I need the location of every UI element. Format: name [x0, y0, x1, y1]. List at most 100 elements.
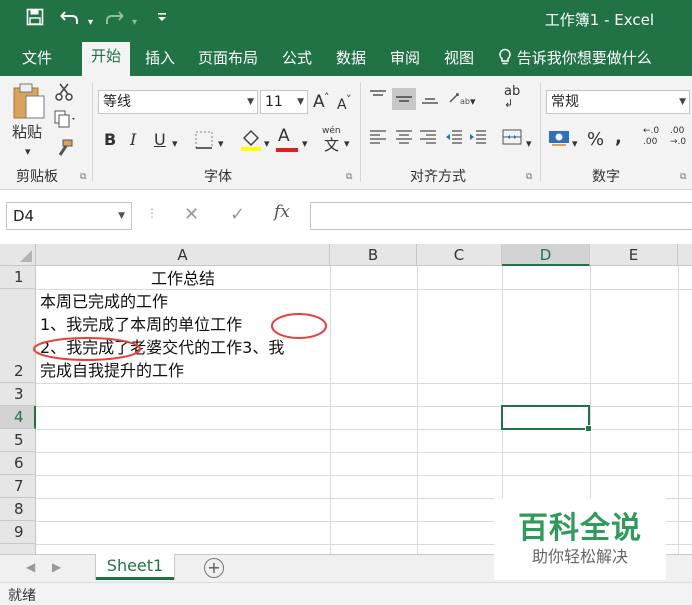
- chevron-down-icon: ▼: [247, 97, 254, 107]
- undo-icon[interactable]: [60, 8, 80, 32]
- underline-dropdown-icon[interactable]: ▾: [172, 134, 178, 154]
- fill-color-dropdown-icon[interactable]: ▾: [264, 134, 270, 154]
- grow-font-arrow-icon: ˄: [324, 91, 330, 104]
- increase-decimal-button[interactable]: ←.0 .00: [643, 126, 667, 148]
- group-divider: [92, 82, 93, 182]
- borders-dropdown-icon[interactable]: ▾: [218, 134, 224, 154]
- number-format-select[interactable]: 常规 ▼: [546, 90, 690, 114]
- decrease-indent-icon[interactable]: [444, 128, 464, 151]
- alignment-group-label: 对齐方式: [410, 169, 466, 185]
- orientation-dropdown-icon[interactable]: ▾: [470, 92, 476, 112]
- redo-dropdown-icon[interactable]: ▾: [132, 12, 137, 34]
- scroll-tabs-left-icon[interactable]: ◀: [26, 560, 35, 574]
- merge-dropdown-icon[interactable]: ▾: [526, 134, 532, 154]
- scroll-tabs-right-icon[interactable]: ▶: [52, 560, 61, 574]
- undo-dropdown-icon[interactable]: ▾: [88, 12, 93, 34]
- tab-formulas[interactable]: 公式: [282, 48, 312, 68]
- number-group-label: 数字: [592, 169, 620, 185]
- save-icon[interactable]: [26, 8, 44, 32]
- font-color-swatch: [276, 148, 298, 152]
- align-right-icon[interactable]: [418, 128, 438, 151]
- sheet-tab-sheet1[interactable]: Sheet1: [96, 554, 174, 580]
- tab-home[interactable]: 开始: [82, 42, 131, 76]
- formula-bar: D4 ▼ ⋮ ✕ ✓ fx: [0, 190, 692, 242]
- phonetic-dropdown-icon[interactable]: ▾: [344, 134, 350, 154]
- annotation-circle-top: [271, 313, 327, 339]
- align-top-icon[interactable]: [368, 88, 388, 111]
- font-color-letter: A: [278, 126, 290, 146]
- name-box-value: D4: [13, 207, 35, 225]
- name-box[interactable]: D4 ▼: [6, 202, 132, 230]
- clipboard-group-label: 剪贴板: [16, 169, 58, 185]
- font-name-select[interactable]: 等线 ▼: [98, 90, 258, 114]
- ribbon-tabs: 文件 开始 插入 页面布局 公式 数据 审阅 视图 告诉我你想要做什么: [0, 38, 692, 76]
- tab-view[interactable]: 视图: [444, 48, 474, 68]
- borders-icon[interactable]: [194, 130, 214, 155]
- align-center-icon[interactable]: [394, 128, 414, 151]
- lightbulb-icon: [499, 48, 511, 65]
- confirm-entry-button[interactable]: ✓: [230, 204, 245, 225]
- percent-button[interactable]: %: [587, 130, 604, 150]
- formula-bar-grip-icon[interactable]: ⋮: [146, 206, 158, 220]
- number-format-value: 常规: [551, 94, 579, 110]
- tab-review[interactable]: 审阅: [390, 48, 420, 68]
- clipboard-launcher-icon[interactable]: ⧉: [80, 172, 86, 182]
- align-bottom-icon[interactable]: [420, 88, 440, 111]
- font-size-value: 11: [265, 94, 283, 110]
- status-bar: 就绪: [0, 582, 692, 605]
- font-size-select[interactable]: 11 ▼: [260, 90, 308, 114]
- tab-file[interactable]: 文件: [22, 48, 52, 68]
- group-divider: [540, 82, 541, 182]
- cut-icon[interactable]: [54, 82, 74, 107]
- phonetic-guide-button[interactable]: wén 文: [322, 126, 341, 154]
- copy-icon[interactable]: [54, 110, 76, 133]
- italic-button[interactable]: I: [130, 130, 136, 150]
- status-text: 就绪: [8, 588, 36, 604]
- accounting-format-icon[interactable]: [548, 128, 570, 153]
- tell-me-box[interactable]: 告诉我你想要做什么: [498, 47, 652, 68]
- decrease-decimal-button[interactable]: .00 →.0: [670, 126, 692, 148]
- paste-button[interactable]: 粘贴: [12, 122, 42, 142]
- alignment-launcher-icon[interactable]: ⧉: [526, 172, 532, 182]
- group-divider: [360, 82, 361, 182]
- increase-indent-icon[interactable]: [468, 128, 488, 151]
- wrap-text-button[interactable]: ab ↲: [504, 85, 520, 110]
- cancel-entry-button[interactable]: ✕: [184, 204, 199, 225]
- ribbon-home: 粘贴 ▾ 剪贴板 ⧉ 等线 ▼ 11 ▼ A ˄ A ˅ B I U ▾ ▾ ▾…: [0, 76, 692, 190]
- number-launcher-icon[interactable]: ⧉: [680, 172, 686, 182]
- add-sheet-button[interactable]: +: [204, 558, 224, 578]
- merge-center-icon[interactable]: [502, 128, 522, 151]
- accounting-dropdown-icon[interactable]: ▾: [572, 134, 578, 154]
- active-cell-d4[interactable]: [501, 405, 592, 432]
- tab-insert[interactable]: 插入: [145, 48, 175, 68]
- svg-text:ab: ab: [460, 97, 470, 106]
- redo-icon[interactable]: [104, 8, 124, 32]
- formula-input[interactable]: [310, 202, 692, 230]
- tab-data[interactable]: 数据: [336, 48, 366, 68]
- paste-icon[interactable]: [12, 82, 46, 125]
- comma-button[interactable]: ,: [615, 128, 622, 148]
- annotation-circle-bottom: [33, 337, 141, 361]
- align-middle-icon[interactable]: [392, 88, 416, 110]
- orientation-icon[interactable]: ab: [446, 88, 470, 113]
- font-color-button[interactable]: A: [276, 126, 298, 152]
- font-name-value: 等线: [103, 94, 131, 110]
- align-left-icon[interactable]: [368, 128, 388, 151]
- fill-color-icon[interactable]: [240, 128, 262, 157]
- paste-dropdown-icon[interactable]: ▾: [25, 142, 31, 162]
- font-color-dropdown-icon[interactable]: ▾: [302, 134, 308, 154]
- bold-button[interactable]: B: [104, 130, 116, 150]
- chevron-down-icon: ▼: [118, 211, 125, 221]
- window-title: 工作簿1 - Excel: [544, 11, 654, 29]
- underline-button[interactable]: U: [154, 130, 166, 150]
- chevron-down-icon: ▼: [679, 97, 686, 107]
- insert-function-button[interactable]: fx: [274, 202, 290, 222]
- font-launcher-icon[interactable]: ⧉: [346, 172, 352, 182]
- format-painter-icon[interactable]: [54, 138, 74, 163]
- title-bar: ▾ ▾ 工作簿1 - Excel: [0, 0, 692, 38]
- customize-qat-icon[interactable]: [157, 10, 167, 32]
- grow-font-button[interactable]: A: [313, 92, 325, 112]
- tell-me-text: 告诉我你想要做什么: [516, 49, 652, 67]
- tab-page-layout[interactable]: 页面布局: [198, 48, 258, 68]
- font-group-label: 字体: [204, 169, 232, 185]
